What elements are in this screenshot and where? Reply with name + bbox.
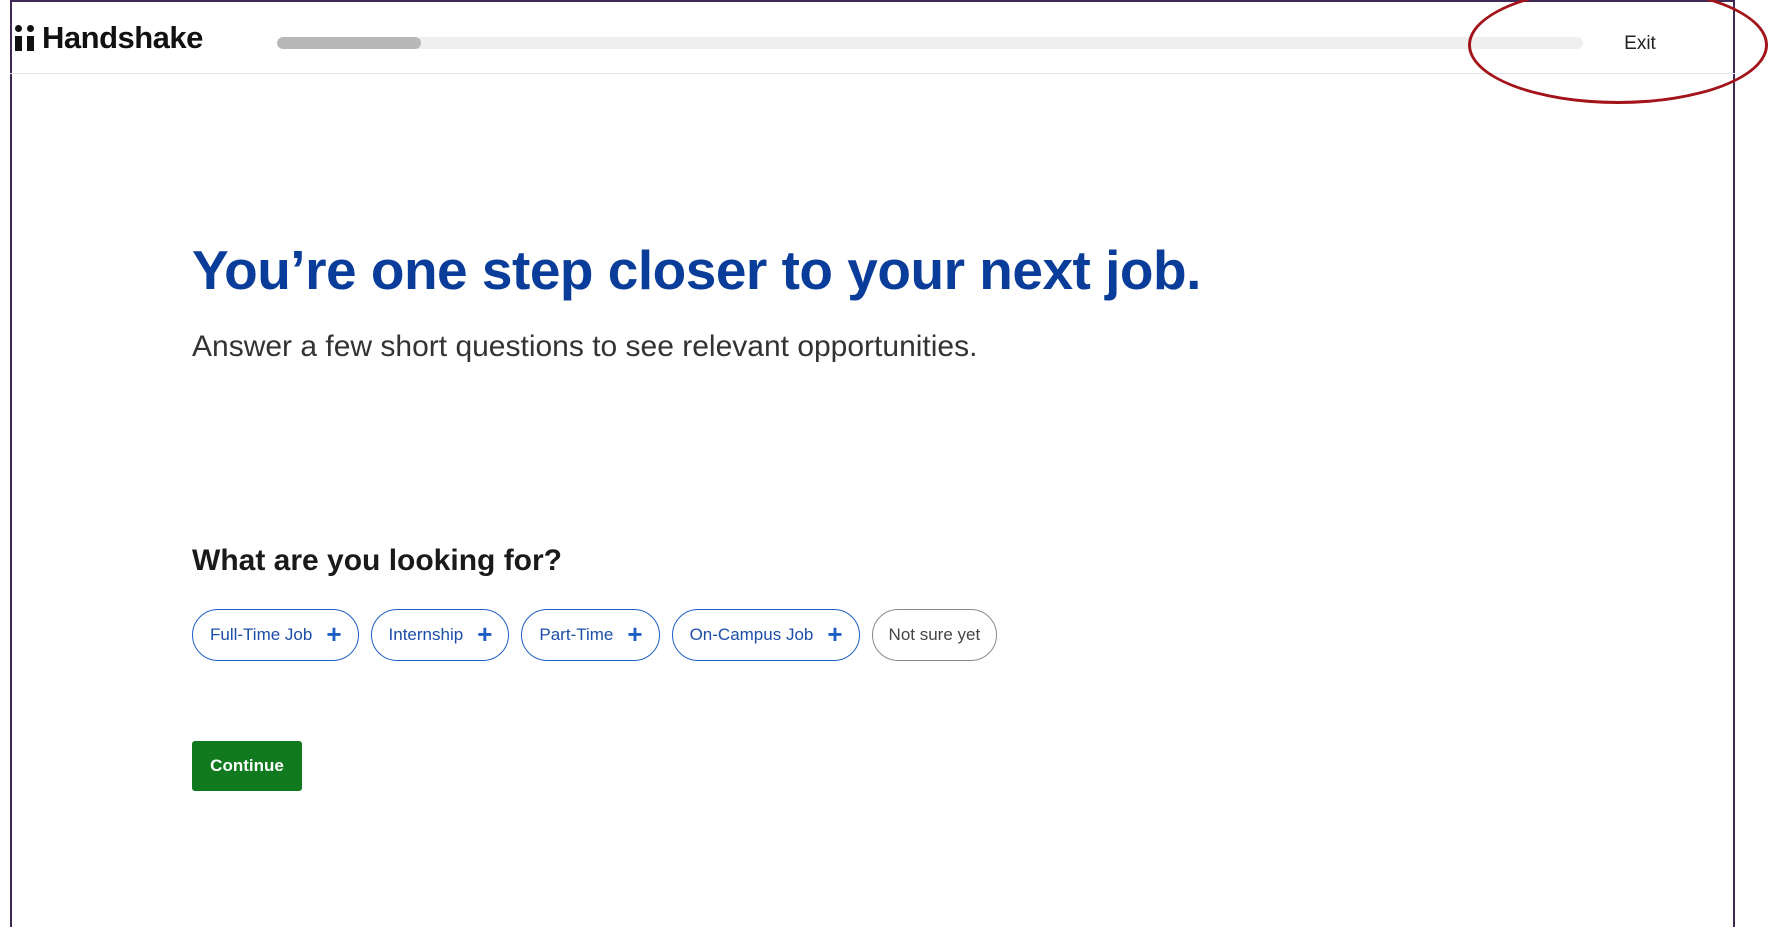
plus-icon: +	[627, 618, 643, 649]
exit-button[interactable]: Exit	[1600, 30, 1680, 58]
option-on-campus-job[interactable]: On-Campus Job +	[671, 609, 860, 661]
option-label: On-Campus Job	[689, 625, 814, 644]
plus-icon: +	[477, 618, 493, 649]
option-label: Not sure yet	[888, 625, 981, 644]
page-title: You’re one step closer to your next job.	[192, 239, 1201, 301]
option-label: Part-Time	[539, 625, 614, 644]
handshake-logo[interactable]: Handshake	[12, 20, 203, 56]
progress-bar	[277, 37, 1583, 49]
continue-button[interactable]: Continue	[192, 741, 302, 791]
option-not-sure-yet[interactable]: Not sure yet	[871, 609, 998, 661]
job-type-options: Full-Time Job + Internship + Part-Time +…	[192, 609, 998, 661]
option-internship[interactable]: Internship +	[370, 609, 510, 661]
page-subtitle: Answer a few short questions to see rele…	[192, 330, 978, 363]
question-heading: What are you looking for?	[192, 544, 563, 577]
plus-icon: +	[827, 618, 843, 649]
option-label: Full-Time Job	[210, 625, 313, 644]
logo-text: Handshake	[42, 20, 203, 55]
handshake-logo-icon	[12, 23, 38, 53]
option-full-time-job[interactable]: Full-Time Job +	[192, 609, 359, 661]
option-label: Internship	[388, 625, 464, 644]
top-bar: Handshake Exit	[10, 2, 1735, 74]
option-part-time[interactable]: Part-Time +	[521, 609, 660, 661]
plus-icon: +	[326, 618, 342, 649]
progress-bar-fill	[277, 37, 421, 49]
